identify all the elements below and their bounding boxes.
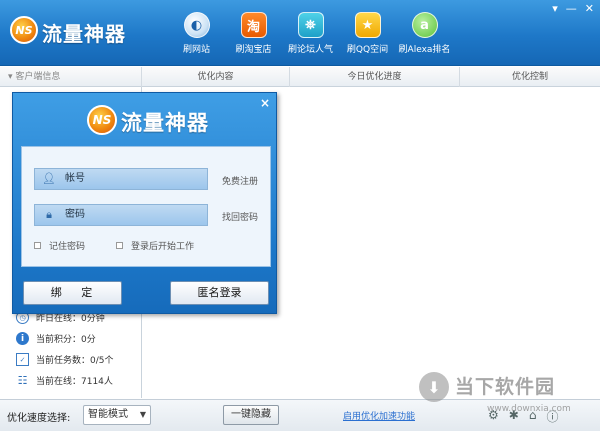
info-row-points: i 当前积分：0分 [16, 328, 114, 349]
speed-mode-value: 智能模式 [88, 409, 128, 420]
nav-label: 刷淘宝店 [235, 45, 272, 55]
bind-button[interactable]: 绑 定 [23, 281, 122, 305]
nav-label: 刷网站 [182, 45, 210, 55]
user-icon: 👤︎ [42, 172, 56, 185]
nav-label: 刷QQ空间 [346, 45, 389, 55]
checkbox-box[interactable] [116, 242, 123, 249]
globe-icon: ◐ [183, 12, 210, 38]
star-icon: ★ [354, 12, 381, 38]
nav-item-qzone[interactable]: ★ 刷QQ空间 [339, 8, 396, 60]
login-dialog: × NS 流量神器 👤︎ 帐号 免费注册 🔒︎ 密码 找回密码 记住密码 登录后… [12, 92, 277, 314]
column-optimize-control: 优化控制 [511, 72, 548, 82]
register-link[interactable]: 免费注册 [222, 174, 258, 187]
nav-item-alexa[interactable]: a 刷Alexa排名 [396, 8, 453, 60]
info-text: 当前任务数：0/5个 [36, 356, 114, 366]
one-click-hide-button[interactable]: 一键隐藏 [223, 405, 279, 425]
task-icon: ✓ [16, 353, 29, 366]
watermark-download-icon: ⬇ [419, 372, 449, 402]
nav-item-forum[interactable]: ⛯ 刷论坛人气 [282, 8, 339, 60]
nav-label: 刷论坛人气 [287, 45, 333, 55]
forum-icon: ⛯ [297, 12, 324, 38]
checkbox-label: 登录后开始工作 [131, 242, 195, 252]
info-text: 当前积分：0分 [36, 335, 96, 345]
info-row-online-users: ☷ 当前在线：7114人 [16, 370, 114, 391]
column-optimize-content: 优化内容 [142, 67, 290, 87]
enable-acceleration-link[interactable]: 启用优化加速功能 [343, 409, 415, 422]
users-icon: ☷ [17, 374, 28, 387]
speed-label: 优化速度选择: [7, 413, 71, 424]
minimize-icon[interactable]: — [566, 3, 577, 15]
password-placeholder: 密码 [65, 209, 85, 220]
anonymous-login-button[interactable]: 匿名登录 [170, 281, 269, 305]
client-info-header[interactable]: ▾ 客户端信息 [0, 67, 142, 87]
title-bar: NS 流量神器 ◐ 刷网站 淘 刷淘宝店 ⛯ 刷论坛人气 ★ 刷QQ空间 a 刷… [0, 0, 600, 66]
app-title: 流量神器 [42, 22, 126, 46]
watermark-url: www.downxia.com [487, 404, 571, 414]
window-controls: ▾ — ✕ [552, 3, 594, 15]
alexa-icon: a [411, 12, 438, 38]
nav-item-taobao[interactable]: 淘 刷淘宝店 [225, 8, 282, 60]
nav-item-website[interactable]: ◐ 刷网站 [168, 8, 225, 60]
checkbox-box[interactable] [34, 242, 41, 249]
column-header: ▾ 客户端信息 优化内容 今日优化进度 优化控制 [0, 67, 600, 87]
app-logo: NS [10, 16, 38, 44]
nav-label: 刷Alexa排名 [398, 45, 451, 55]
info-row-tasks: ✓ 当前任务数：0/5个 [16, 349, 114, 370]
autostart-checkbox[interactable]: 登录后开始工作 [116, 239, 194, 252]
dialog-logo: NS [87, 105, 117, 135]
checkbox-label: 记住密码 [49, 242, 86, 252]
chevron-down-icon: ▼ [139, 410, 146, 419]
watermark-text: 当下软件园 [455, 376, 556, 398]
speed-mode-select[interactable]: 智能模式 ▼ [83, 405, 151, 425]
lock-icon: 🔒︎ [46, 208, 52, 221]
taobao-icon: 淘 [240, 12, 267, 38]
client-info-list: ◷ 昨日在线：0分钟 i 当前积分：0分 ✓ 当前任务数：0/5个 ☷ 当前在线… [16, 307, 114, 391]
account-placeholder: 帐号 [65, 173, 85, 184]
dialog-title: 流量神器 [121, 111, 209, 135]
remember-password-checkbox[interactable]: 记住密码 [34, 239, 85, 252]
main-nav: ◐ 刷网站 淘 刷淘宝店 ⛯ 刷论坛人气 ★ 刷QQ空间 a 刷Alexa排名 [168, 8, 453, 60]
recover-password-link[interactable]: 找回密码 [222, 210, 258, 223]
info-icon: i [16, 332, 29, 345]
column-today-progress: 今日优化进度 [290, 67, 460, 87]
account-input[interactable]: 👤︎ 帐号 [34, 168, 208, 190]
info-text: 当前在线：7114人 [36, 377, 113, 387]
login-form: 👤︎ 帐号 免费注册 🔒︎ 密码 找回密码 记住密码 登录后开始工作 [21, 146, 271, 267]
menu-dropdown-icon[interactable]: ▾ [552, 3, 558, 15]
password-input[interactable]: 🔒︎ 密码 [34, 204, 208, 226]
close-icon[interactable]: ✕ [585, 3, 594, 15]
close-icon[interactable]: × [260, 96, 270, 110]
